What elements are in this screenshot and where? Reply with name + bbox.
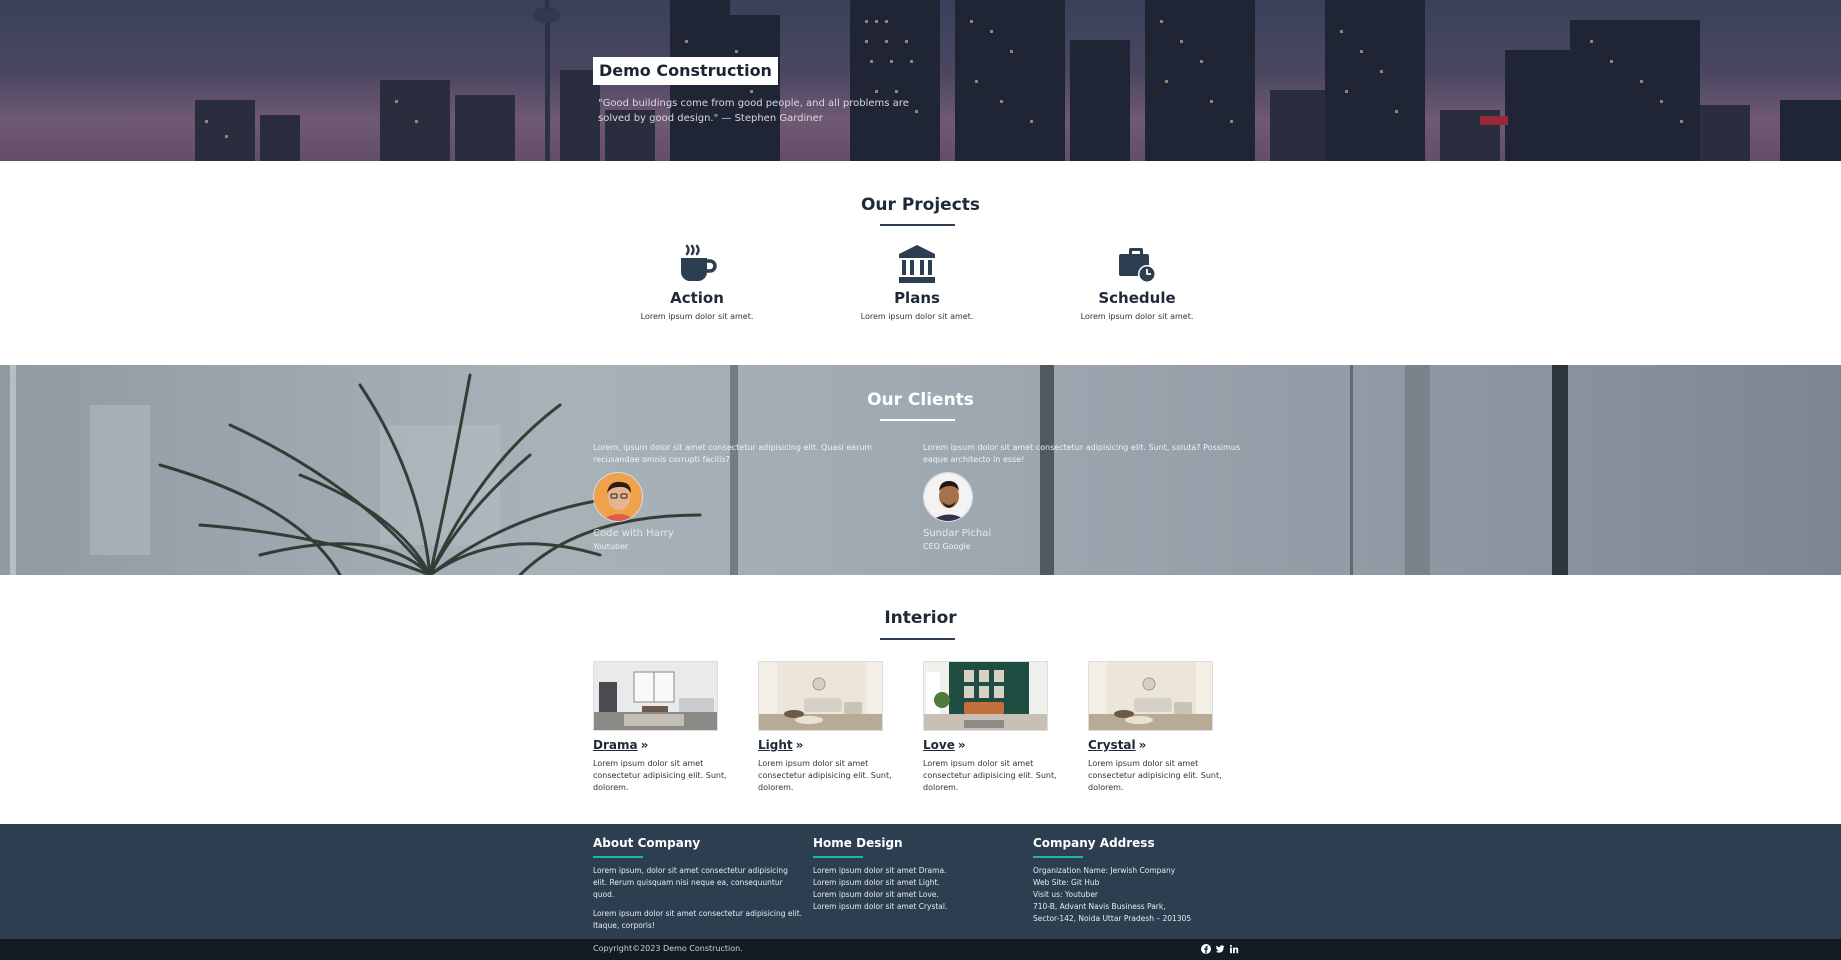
interior-title-underline (880, 638, 955, 640)
interior-desc: Lorem ipsum dolor sit amet consectetur a… (593, 759, 727, 792)
project-name: Schedule (1098, 289, 1176, 307)
interior-link-light[interactable]: Light (758, 738, 793, 752)
copyright-text: Copyright©2023 Demo Construction. (593, 944, 743, 953)
address-line: Organization Name: Jerwish Company (1033, 866, 1176, 875)
interior-desc: Lorem ipsum dolor sit amet consectetur a… (758, 759, 892, 792)
client-photo (594, 473, 642, 521)
footer-link[interactable]: Lorem ipsum dolor sit amet Love. (813, 889, 1023, 901)
clients-title: Our Clients (867, 390, 974, 410)
business-time-icon (1119, 248, 1156, 283)
double-chevron-right-icon: » (795, 738, 804, 752)
double-chevron-right-icon: » (640, 738, 649, 752)
avatar (593, 472, 643, 522)
footer-about-text: Lorem ipsum dolor sit amet consectetur a… (593, 909, 803, 930)
interior-image[interactable] (758, 661, 883, 731)
project-schedule: Schedule Lorem ipsum dolor sit amet. (1047, 244, 1227, 321)
interior-link-crystal[interactable]: Crystal (1088, 738, 1136, 752)
interior-title: Interior (884, 608, 957, 628)
footer: About Company Lorem ipsum, dolor sit ame… (0, 824, 1841, 939)
interior-card-light: Light» Lorem ipsum dolor sit amet consec… (758, 661, 906, 794)
hero-quote: "Good buildings come from good people, a… (598, 98, 909, 124)
living-room-image (924, 662, 1047, 730)
address-line: Sector-142, Noida Uttar Pradesh – 201305 (1033, 914, 1192, 923)
project-name: Plans (894, 289, 940, 307)
clients-title-underline (880, 419, 955, 421)
client-name: Code with Harry (593, 528, 674, 539)
project-plans: Plans Lorem ipsum dolor sit amet. (827, 244, 1007, 321)
footer-heading: Home Design (813, 836, 903, 850)
double-chevron-right-icon: » (1138, 738, 1147, 752)
footer-heading: Company Address (1033, 836, 1155, 850)
site-title[interactable]: Demo Construction (593, 57, 778, 85)
hero-banner: Demo Construction "Good buildings come f… (0, 0, 1841, 161)
projects-title-underline (880, 224, 955, 226)
address-line: Visit us: Youtuber (1033, 890, 1099, 899)
footer-heading-underline (813, 856, 863, 858)
client-role: CEO Google (923, 542, 971, 551)
client-testimonial: Lorem, ipsum dolor sit amet consectetur … (593, 443, 873, 464)
clients-section: Our Clients Lorem, ipsum dolor sit amet … (0, 365, 1841, 575)
living-room-image (1089, 662, 1212, 730)
footer-heading-underline (593, 856, 643, 858)
landmark-icon (899, 245, 935, 283)
footer-address: Company Address Organization Name: Jerwi… (1033, 836, 1243, 925)
interior-image[interactable] (1088, 661, 1213, 731)
hero-overlay (0, 0, 1841, 161)
living-room-image (759, 662, 882, 730)
interior-card-drama: Drama» Lorem ipsum dolor sit amet consec… (593, 661, 741, 794)
interior-card-crystal: Crystal» Lorem ipsum dolor sit amet cons… (1088, 661, 1236, 794)
interior-desc: Lorem ipsum dolor sit amet consectetur a… (1088, 759, 1222, 792)
footer-about: About Company Lorem ipsum, dolor sit ame… (593, 836, 803, 932)
footer-heading-underline (1033, 856, 1083, 858)
living-room-image (594, 662, 717, 730)
linkedin-icon[interactable] (1229, 944, 1239, 954)
project-desc: Lorem ipsum dolor sit amet. (1080, 312, 1194, 321)
footer-link[interactable]: Lorem ipsum dolor sit amet Light. (813, 877, 1023, 889)
interior-image[interactable] (923, 661, 1048, 731)
footer-heading: About Company (593, 836, 701, 850)
interior-card-love: Love» Lorem ipsum dolor sit amet consect… (923, 661, 1071, 794)
footer-home-design: Home Design Lorem ipsum dolor sit amet D… (813, 836, 1023, 913)
coffee-icon (681, 244, 717, 281)
bottom-bar: Copyright©2023 Demo Construction. (0, 939, 1841, 960)
interior-link-love[interactable]: Love (923, 738, 955, 752)
project-desc: Lorem ipsum dolor sit amet. (640, 312, 754, 321)
projects-title: Our Projects (860, 195, 981, 215)
client-name: Sundar Pichai (923, 528, 992, 539)
client-testimonial: Lorem ipsum dolor sit amet consectetur a… (923, 443, 1241, 464)
footer-link[interactable]: Lorem ipsum dolor sit amet Drama. (813, 865, 1023, 877)
footer-link[interactable]: Lorem ipsum dolor sit amet Crystal. (813, 901, 1023, 913)
interior-link-drama[interactable]: Drama (593, 738, 638, 752)
avatar (923, 472, 973, 522)
project-desc: Lorem ipsum dolor sit amet. (860, 312, 974, 321)
project-action: Action Lorem ipsum dolor sit amet. (607, 244, 787, 321)
client-role: Youtuber (593, 542, 629, 551)
double-chevron-right-icon: » (957, 738, 966, 752)
interior-image[interactable] (593, 661, 718, 731)
client-photo (924, 473, 972, 521)
interior-desc: Lorem ipsum dolor sit amet consectetur a… (923, 759, 1057, 792)
footer-about-text: Lorem ipsum, dolor sit amet consectetur … (593, 866, 788, 899)
twitter-icon[interactable] (1215, 944, 1225, 954)
address-line: Web Site: Git Hub (1033, 878, 1100, 887)
client-card: Lorem ipsum dolor sit amet consectetur a… (923, 442, 1243, 551)
address-line: 710-B, Advant Navis Business Park, (1033, 902, 1166, 911)
project-name: Action (670, 289, 724, 307)
client-card: Lorem, ipsum dolor sit amet consectetur … (593, 442, 913, 551)
facebook-icon[interactable] (1201, 944, 1211, 954)
